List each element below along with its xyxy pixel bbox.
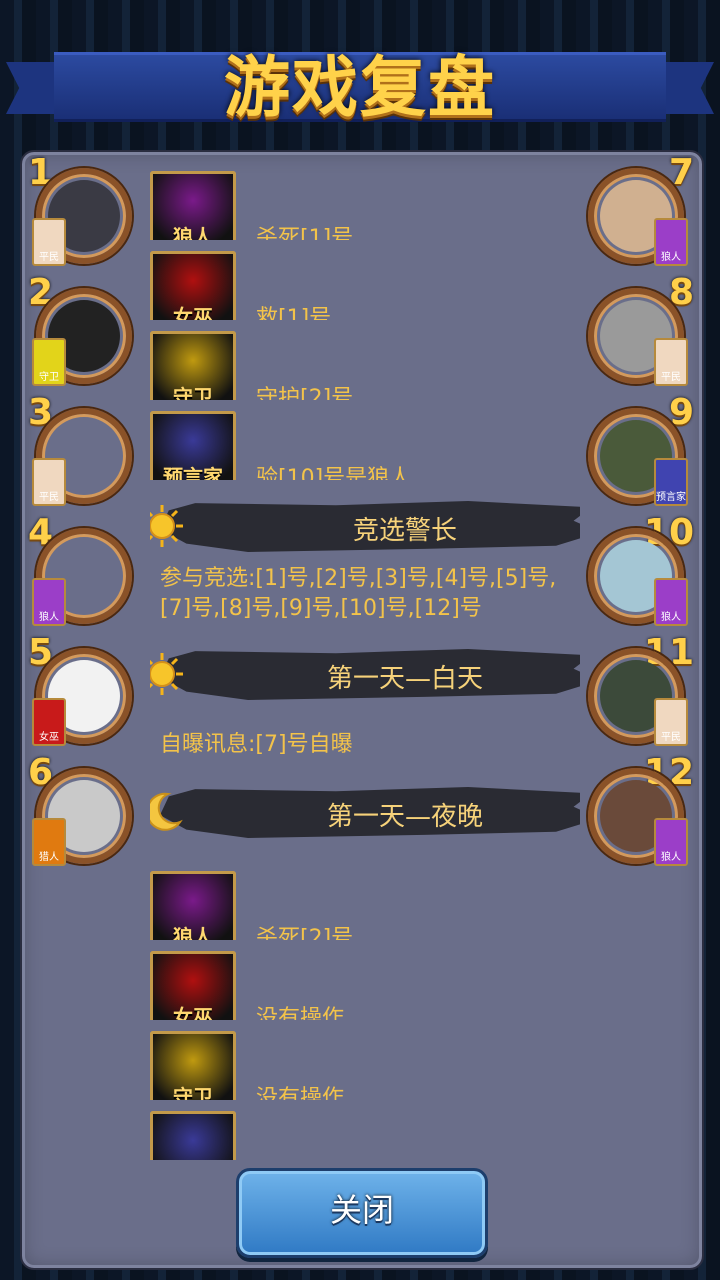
role-badge-label: 平民 — [661, 732, 681, 743]
role-badge: 预言家 — [654, 458, 688, 506]
role-card-label: 守卫 — [173, 1085, 213, 1100]
phase-label: 第一天—白天 — [326, 664, 483, 694]
role-card-label: 守卫 — [173, 385, 213, 400]
role-badge: 守卫 — [32, 338, 66, 386]
role-action-row: 守卫 没有操作 — [150, 1020, 580, 1100]
player-slot[interactable]: 1 平民 — [22, 152, 142, 266]
role-card: 守卫 — [150, 1031, 236, 1100]
phase-night1: 第一天—夜晚 — [150, 778, 580, 848]
role-badge-label: 平民 — [39, 492, 59, 503]
role-card: 女巫 — [150, 951, 236, 1020]
role-badge: 猎人 — [32, 818, 66, 866]
role-card: 狼人 — [150, 171, 236, 240]
role-action-text: 没有操作 — [256, 1086, 345, 1100]
phase-sheriff: 竞选警长 — [150, 492, 580, 562]
role-card-label: 女巫 — [173, 1005, 213, 1020]
role-card: 守卫 — [150, 331, 236, 400]
role-card-label: 狼人 — [173, 925, 213, 940]
player-slot[interactable]: 4 狼人 — [22, 512, 142, 626]
phase-label: 第一天—夜晚 — [326, 802, 483, 832]
player-slot[interactable]: 12 狼人 — [578, 752, 698, 866]
role-action-row: 守卫 守护[2]号 — [150, 320, 580, 400]
role-badge-label: 平民 — [661, 372, 681, 383]
role-badge: 女巫 — [32, 698, 66, 746]
role-badge-label: 女巫 — [39, 732, 59, 743]
role-badge: 狼人 — [654, 818, 688, 866]
player-slot[interactable]: 3 平民 — [22, 392, 142, 506]
role-badge: 狼人 — [654, 218, 688, 266]
sheriff-candidates: 参与竞选:[1]号,[2]号,[3]号,[4]号,[5]号,[7]号,[8]号,… — [160, 566, 557, 621]
sun-icon — [150, 505, 183, 547]
sun-icon — [150, 653, 183, 695]
role-action-text: 杀死[2]号 — [256, 926, 354, 940]
role-action-row: 女巫 救[1]号 — [150, 240, 580, 320]
role-badge-label: 狼人 — [661, 612, 681, 623]
role-badge: 平民 — [654, 338, 688, 386]
role-action-text: 验[10]号是狼人 — [256, 466, 412, 480]
role-card: 预言家 — [150, 1111, 236, 1160]
role-badge-label: 预言家 — [656, 492, 686, 503]
page-title: 游戏复盘 — [224, 49, 496, 126]
replay-log[interactable]: 狼人 杀死[1]号女巫 救[1]号守卫 守护[2]号预言家 验[10]号是狼人 竞选警长… — [150, 160, 580, 1160]
phase-label: 竞选警长 — [352, 516, 457, 546]
role-badge: 平民 — [32, 458, 66, 506]
role-card: 女巫 — [150, 251, 236, 320]
player-slot[interactable]: 5 女巫 — [22, 632, 142, 746]
role-action-text: 没有操作 — [256, 1006, 345, 1020]
role-badge: 平民 — [654, 698, 688, 746]
night0-actions: 狼人 杀死[1]号女巫 救[1]号守卫 守护[2]号预言家 验[10]号是狼人 — [150, 160, 580, 480]
role-action-row: 预言家 — [150, 1100, 580, 1160]
phase-day1: 第一天—白天 — [150, 640, 580, 710]
role-action-row: 女巫 没有操作 — [150, 940, 580, 1020]
player-slot[interactable]: 11 平民 — [578, 632, 698, 746]
role-card-label: 预言家 — [163, 465, 223, 480]
day1-reveal: 自曝讯息:[7]号自曝 — [160, 732, 353, 757]
role-card-label: 女巫 — [173, 305, 213, 320]
player-slot[interactable]: 6 猎人 — [22, 752, 142, 866]
moon-icon — [150, 792, 183, 831]
player-slot[interactable]: 8 平民 — [578, 272, 698, 386]
role-badge-label: 狼人 — [39, 612, 59, 623]
night1-actions: 狼人杀死[2]号女巫没有操作守卫没有操作预言家 — [150, 860, 580, 1160]
role-action-row: 狼人 杀死[2]号 — [150, 860, 580, 940]
role-badge-label: 猎人 — [39, 852, 59, 863]
role-action-text: 守护[2]号 — [256, 386, 354, 400]
role-badge-label: 狼人 — [661, 252, 681, 263]
role-action-text: 杀死[1]号 — [256, 226, 354, 240]
player-slot[interactable]: 7 狼人 — [578, 152, 698, 266]
player-slot[interactable]: 9 预言家 — [578, 392, 698, 506]
role-badge: 平民 — [32, 218, 66, 266]
role-badge: 狼人 — [32, 578, 66, 626]
role-card: 狼人 — [150, 871, 236, 940]
role-badge-label: 守卫 — [39, 372, 59, 383]
player-slot[interactable]: 10 狼人 — [578, 512, 698, 626]
role-card: 预言家 — [150, 411, 236, 480]
role-action-text: 救[1]号 — [256, 306, 332, 320]
player-slot[interactable]: 2 守卫 — [22, 272, 142, 386]
role-action-row: 预言家 验[10]号是狼人 — [150, 400, 580, 480]
role-card-label: 狼人 — [173, 225, 213, 240]
role-action-row: 狼人 杀死[1]号 — [150, 160, 580, 240]
role-badge-label: 狼人 — [661, 852, 681, 863]
close-button[interactable]: 关闭 — [236, 1168, 488, 1258]
role-badge-label: 平民 — [39, 252, 59, 263]
role-badge: 狼人 — [654, 578, 688, 626]
